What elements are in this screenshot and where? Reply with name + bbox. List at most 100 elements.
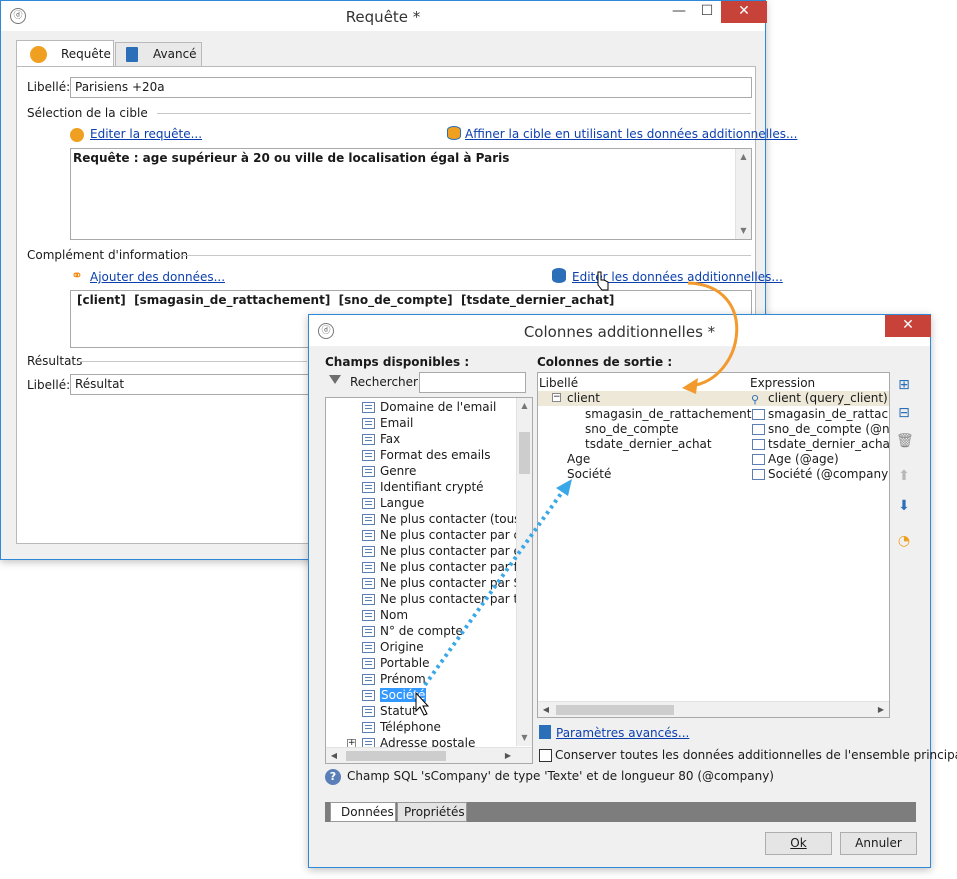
field-icon	[752, 454, 765, 465]
scroll-right-icon[interactable]: ▶	[500, 748, 516, 763]
database-icon	[447, 126, 461, 140]
libelle-label: Libellé:	[27, 80, 71, 94]
field-icon	[362, 562, 375, 573]
query-text-area[interactable]: Requête : age supérieur à 20 ou ville de…	[70, 148, 752, 240]
add-column-icon[interactable]: ⊞	[896, 377, 912, 393]
field-icon	[752, 439, 765, 450]
field-icon	[752, 424, 765, 435]
field-icon	[362, 466, 375, 477]
requete-titlebar: ⓓ Requête * — ☐ ✕	[1, 1, 767, 31]
settings-icon	[539, 725, 551, 739]
scroll-down-icon[interactable]: ▼	[517, 730, 532, 746]
field-icon	[362, 498, 375, 509]
output-columns-grid[interactable]: Libellé Expression − client ⚲ client (qu…	[537, 372, 890, 718]
sortie-label: Colonnes de sortie :	[537, 355, 673, 369]
query-scrollbar[interactable]: ▲ ▼	[735, 149, 751, 239]
filter-icon	[329, 375, 341, 384]
fields-text: [client] [smagasin_de_rattachement] [sno…	[77, 293, 615, 307]
scroll-right-icon[interactable]: ▶	[873, 702, 889, 717]
table-row[interactable]: tsdate_dernier_achat tsdate_dernier_acha…	[538, 437, 889, 452]
tab-requete[interactable]: Requête	[16, 40, 114, 67]
scroll-left-icon[interactable]: ◀	[326, 748, 342, 763]
ok-button[interactable]: Ok	[765, 832, 832, 855]
link-icon: ⚲	[751, 393, 760, 406]
result-label: Libellé:	[27, 378, 71, 392]
section-complement: Complément d'information	[27, 248, 189, 262]
fields-tree[interactable]: Domaine de l'email Email Fax Format des …	[325, 397, 533, 764]
scroll-thumb[interactable]	[346, 751, 446, 761]
tree-scrollbar[interactable]: ▲ ▼	[516, 398, 532, 746]
field-icon	[752, 469, 765, 480]
section-divider	[77, 361, 307, 362]
tab-donnees[interactable]: Données	[330, 802, 396, 822]
add-data-link[interactable]: Ajouter des données...	[90, 270, 225, 284]
table-row[interactable]: − client ⚲ client (query_client)	[538, 391, 889, 406]
collapse-icon[interactable]: −	[552, 393, 561, 402]
conserver-label: Conserver toutes les données additionnel…	[555, 748, 957, 762]
share-icon: ⚭	[71, 268, 83, 284]
grid-hscrollbar[interactable]: ◀ ▶	[538, 701, 889, 717]
edit-query-link[interactable]: Editer la requête...	[90, 127, 202, 141]
section-divider	[157, 113, 751, 114]
delete-icon[interactable]: 🗑	[896, 433, 914, 449]
help-icon: ?	[325, 769, 341, 785]
tab-avance[interactable]: Avancé	[115, 42, 202, 67]
table-row[interactable]: Age Age (@age)	[538, 452, 889, 467]
field-icon	[752, 409, 765, 420]
conserver-checkbox[interactable]	[539, 749, 552, 762]
section-divider	[179, 255, 751, 256]
tab-proprietes[interactable]: Propriétés	[397, 802, 467, 822]
move-up-icon[interactable]: ⬆	[896, 468, 912, 484]
info-text: Champ SQL 'sCompany' de type 'Texte' et …	[347, 769, 774, 783]
distribution-icon[interactable]: ◔	[896, 533, 912, 549]
window-title: Colonnes additionnelles *	[523, 323, 716, 341]
database-edit-icon	[552, 268, 566, 283]
field-icon	[362, 514, 375, 525]
scroll-up-icon[interactable]: ▲	[736, 149, 751, 165]
field-icon	[362, 722, 375, 733]
field-icon	[362, 546, 375, 557]
search-label: Rechercher:	[350, 375, 422, 389]
field-icon	[362, 642, 375, 653]
scroll-up-icon[interactable]: ▲	[517, 398, 532, 414]
field-icon	[362, 418, 375, 429]
clipboard-icon	[126, 47, 138, 62]
libelle-input[interactable]: Parisiens +20a	[70, 77, 752, 98]
search-input[interactable]	[419, 372, 526, 393]
table-row[interactable]: smagasin_de_rattachement smagasin_de_rat…	[538, 407, 889, 422]
edit-data-link[interactable]: Editer les données additionnelles...	[572, 270, 783, 284]
table-row[interactable]: Société Société (@company)	[538, 467, 889, 482]
tree-hscrollbar[interactable]: ◀ ▶	[326, 747, 532, 763]
field-icon	[362, 482, 375, 493]
query-icon	[30, 46, 47, 63]
close-button[interactable]: ✕	[885, 315, 931, 337]
colonnes-titlebar: ⓓ Colonnes additionnelles * ✕	[309, 315, 931, 346]
col-libelle-header[interactable]: Libellé	[539, 376, 578, 390]
field-icon	[362, 434, 375, 445]
table-row[interactable]: sno_de_compte sno_de_compte (@no_de	[538, 422, 889, 437]
refine-target-link[interactable]: Affiner la cible en utilisant les donnée…	[465, 127, 797, 141]
colonnes-window: ⓓ Colonnes additionnelles * ✕ Champs dis…	[308, 314, 957, 868]
window-title: Requête *	[345, 8, 421, 26]
maximize-button[interactable]: ☐	[693, 1, 721, 23]
field-icon	[362, 674, 375, 685]
scroll-left-icon[interactable]: ◀	[538, 702, 554, 717]
tab-avance-label: Avancé	[153, 47, 197, 61]
scroll-thumb[interactable]	[556, 705, 674, 715]
field-icon	[362, 626, 375, 637]
result-input[interactable]: Résultat	[70, 374, 310, 395]
field-icon	[362, 402, 375, 413]
scroll-thumb[interactable]	[519, 432, 530, 474]
field-icon	[362, 530, 375, 541]
edit-column-icon[interactable]: ⊟	[896, 405, 912, 421]
scroll-down-icon[interactable]: ▼	[736, 223, 751, 239]
close-button[interactable]: ✕	[721, 1, 767, 23]
field-icon	[362, 690, 375, 701]
move-down-icon[interactable]: ⬇	[896, 498, 912, 514]
field-icon	[362, 450, 375, 461]
field-icon	[362, 594, 375, 605]
col-expression-header[interactable]: Expression	[750, 376, 815, 390]
minimize-button[interactable]: —	[665, 1, 693, 23]
cancel-button[interactable]: Annuler	[840, 832, 917, 855]
advanced-params-link[interactable]: Paramètres avancés...	[556, 726, 689, 740]
